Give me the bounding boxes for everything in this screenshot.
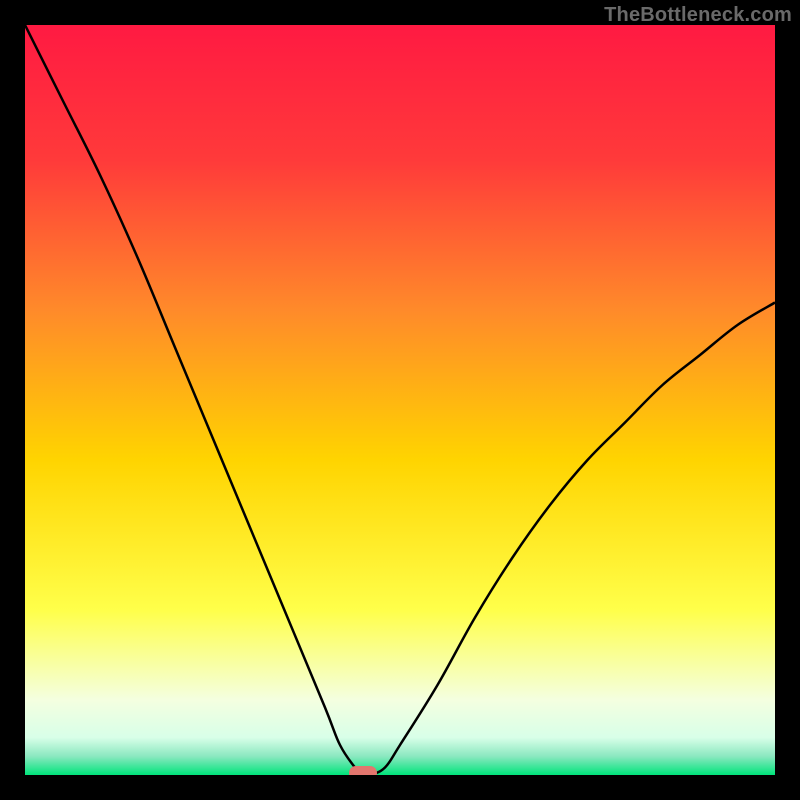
plot-area bbox=[25, 25, 775, 775]
chart-container: TheBottleneck.com bbox=[0, 0, 800, 800]
watermark-text: TheBottleneck.com bbox=[604, 4, 792, 27]
optimum-marker bbox=[349, 766, 377, 775]
bottleneck-curve bbox=[25, 25, 775, 775]
